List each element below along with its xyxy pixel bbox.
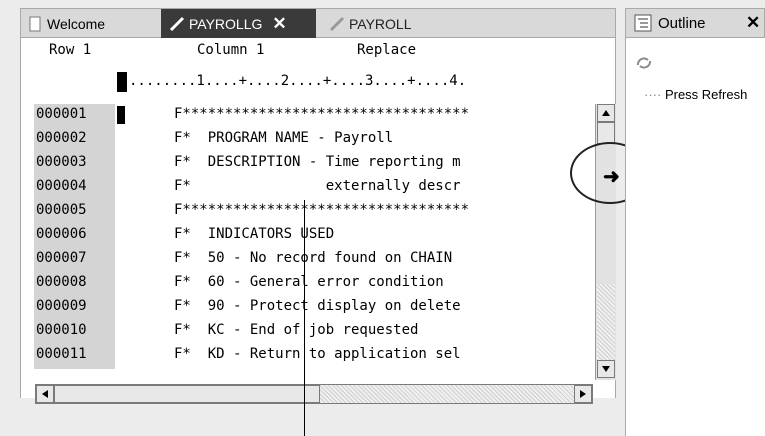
source-line[interactable]: 000004 F* externally descr	[34, 178, 604, 202]
source-text: F* 50 - No record found on CHAIN	[174, 250, 453, 266]
edit-pencil-icon	[329, 16, 345, 32]
tab-welcome-label: Welcome	[47, 15, 106, 32]
outline-view: ···· Press Refresh	[625, 38, 765, 436]
source-text: F**********************************	[174, 202, 470, 218]
row-indicator: Row 1	[49, 42, 92, 58]
source-text: F* KC - End of job requested	[174, 322, 419, 338]
sequence-number: 000008	[36, 274, 87, 290]
source-line[interactable]: 000002 F* PROGRAM NAME - Payroll	[34, 130, 604, 154]
column-ruler: ........1....+....2....+....3....+....4.	[129, 73, 467, 89]
edit-mode-indicator: Replace	[357, 42, 417, 58]
scroll-up-button[interactable]	[597, 104, 615, 122]
outline-icon	[634, 14, 652, 32]
column-indicator: Column 1	[197, 42, 265, 58]
sequence-number: 000011	[36, 346, 87, 362]
editor-status-row: Row 1 Column 1 Replace	[21, 42, 596, 62]
source-line[interactable]: 000008 F* 60 - General error condition	[34, 274, 604, 298]
sequence-number: 000009	[36, 298, 87, 314]
sequence-number: 000001	[36, 106, 87, 122]
source-text: F**********************************	[174, 106, 470, 122]
outline-tab[interactable]: Outline	[634, 14, 706, 32]
source-text: F* externally descr	[174, 178, 461, 194]
source-text: F* KD - Return to application sel	[174, 346, 461, 362]
tab-payrollg[interactable]: PAYROLLG ✕	[161, 9, 316, 38]
sequence-number: 000002	[36, 130, 87, 146]
scroll-track[interactable]	[320, 385, 574, 403]
source-line[interactable]: 000006 F* INDICATORS USED	[34, 226, 604, 250]
sequence-number: 000006	[36, 226, 87, 242]
source-text: F* INDICATORS USED	[174, 226, 335, 242]
outline-tab-bar: Outline ✕	[625, 8, 765, 38]
triangle-down-icon	[602, 366, 610, 372]
scroll-down-button[interactable]	[597, 360, 615, 378]
scroll-right-button[interactable]	[574, 385, 592, 403]
tree-connector: ····	[644, 87, 662, 102]
tab-payrollg-label: PAYROLLG	[189, 15, 263, 32]
tab-payroll[interactable]: PAYROLL	[321, 9, 481, 38]
horizontal-scroll-thumb[interactable]	[54, 385, 320, 403]
scroll-left-button[interactable]	[36, 385, 54, 403]
source-text: F* 60 - General error condition	[174, 274, 444, 290]
horizontal-scrollbar[interactable]	[35, 384, 593, 404]
sequence-number: 000007	[36, 250, 87, 266]
sequence-number: 000010	[36, 322, 87, 338]
sync-icon[interactable]	[636, 56, 652, 75]
close-icon[interactable]: ✕	[272, 14, 286, 34]
split-guide-line	[304, 200, 305, 436]
triangle-right-icon	[580, 390, 586, 398]
close-icon[interactable]: ✕	[746, 13, 760, 33]
source-line[interactable]: 000001 F********************************…	[34, 106, 604, 130]
source-text: F* DESCRIPTION - Time reporting m	[174, 154, 461, 170]
triangle-up-icon	[602, 110, 610, 116]
ruler-marker	[117, 72, 127, 92]
source-line[interactable]: 000005 F********************************…	[34, 202, 604, 226]
triangle-left-icon	[42, 390, 48, 398]
sequence-number: 000003	[36, 154, 87, 170]
edit-pencil-icon	[169, 16, 185, 32]
source-text: F* PROGRAM NAME - Payroll	[174, 130, 394, 146]
vertical-scroll-thumb[interactable]	[597, 122, 615, 144]
source-line[interactable]: 000009 F* 90 - Protect display on delete	[34, 298, 604, 322]
source-editor[interactable]: Row 1 Column 1 Replace ........1....+...…	[20, 38, 616, 404]
scroll-track[interactable]	[597, 284, 615, 360]
tab-welcome[interactable]: Welcome	[21, 9, 157, 38]
source-line[interactable]: 000011 F* KD - Return to application sel	[34, 346, 604, 370]
tab-payroll-label: PAYROLL	[349, 15, 412, 32]
outline-item-label: Press Refresh	[664, 87, 748, 102]
right-arrow-icon: ➜	[603, 166, 620, 188]
source-line[interactable]: 000010 F* KC - End of job requested	[34, 322, 604, 346]
source-line[interactable]: 000003 F* DESCRIPTION - Time reporting m	[34, 154, 604, 178]
sequence-number: 000005	[36, 202, 87, 218]
outline-item[interactable]: ···· Press Refresh	[644, 87, 747, 102]
outline-title: Outline	[658, 14, 706, 32]
sequence-number: 000004	[36, 178, 87, 194]
source-text: F* 90 - Protect display on delete	[174, 298, 461, 314]
source-line[interactable]: 000007 F* 50 - No record found on CHAIN	[34, 250, 604, 274]
editor-tab-bar: Welcome PAYROLLG ✕ PAYROLL	[20, 8, 616, 38]
document-icon	[27, 16, 43, 32]
